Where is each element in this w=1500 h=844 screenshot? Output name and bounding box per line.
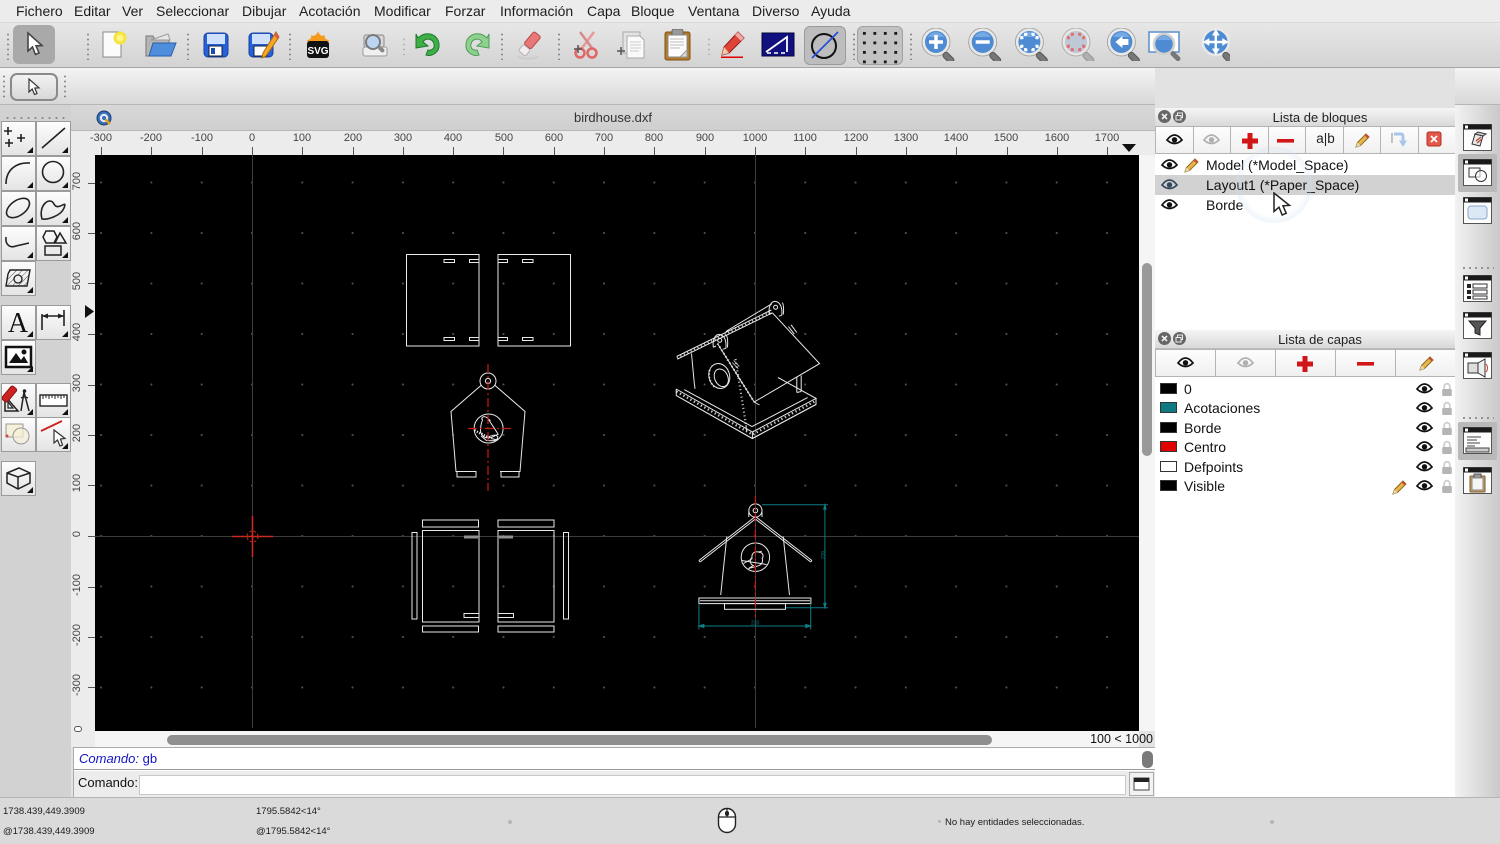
svg-text:220: 220: [751, 621, 760, 627]
svg-text:SVG: SVG: [307, 46, 328, 57]
svg-text:A: A: [8, 308, 29, 339]
svg-text:220: 220: [821, 550, 827, 559]
